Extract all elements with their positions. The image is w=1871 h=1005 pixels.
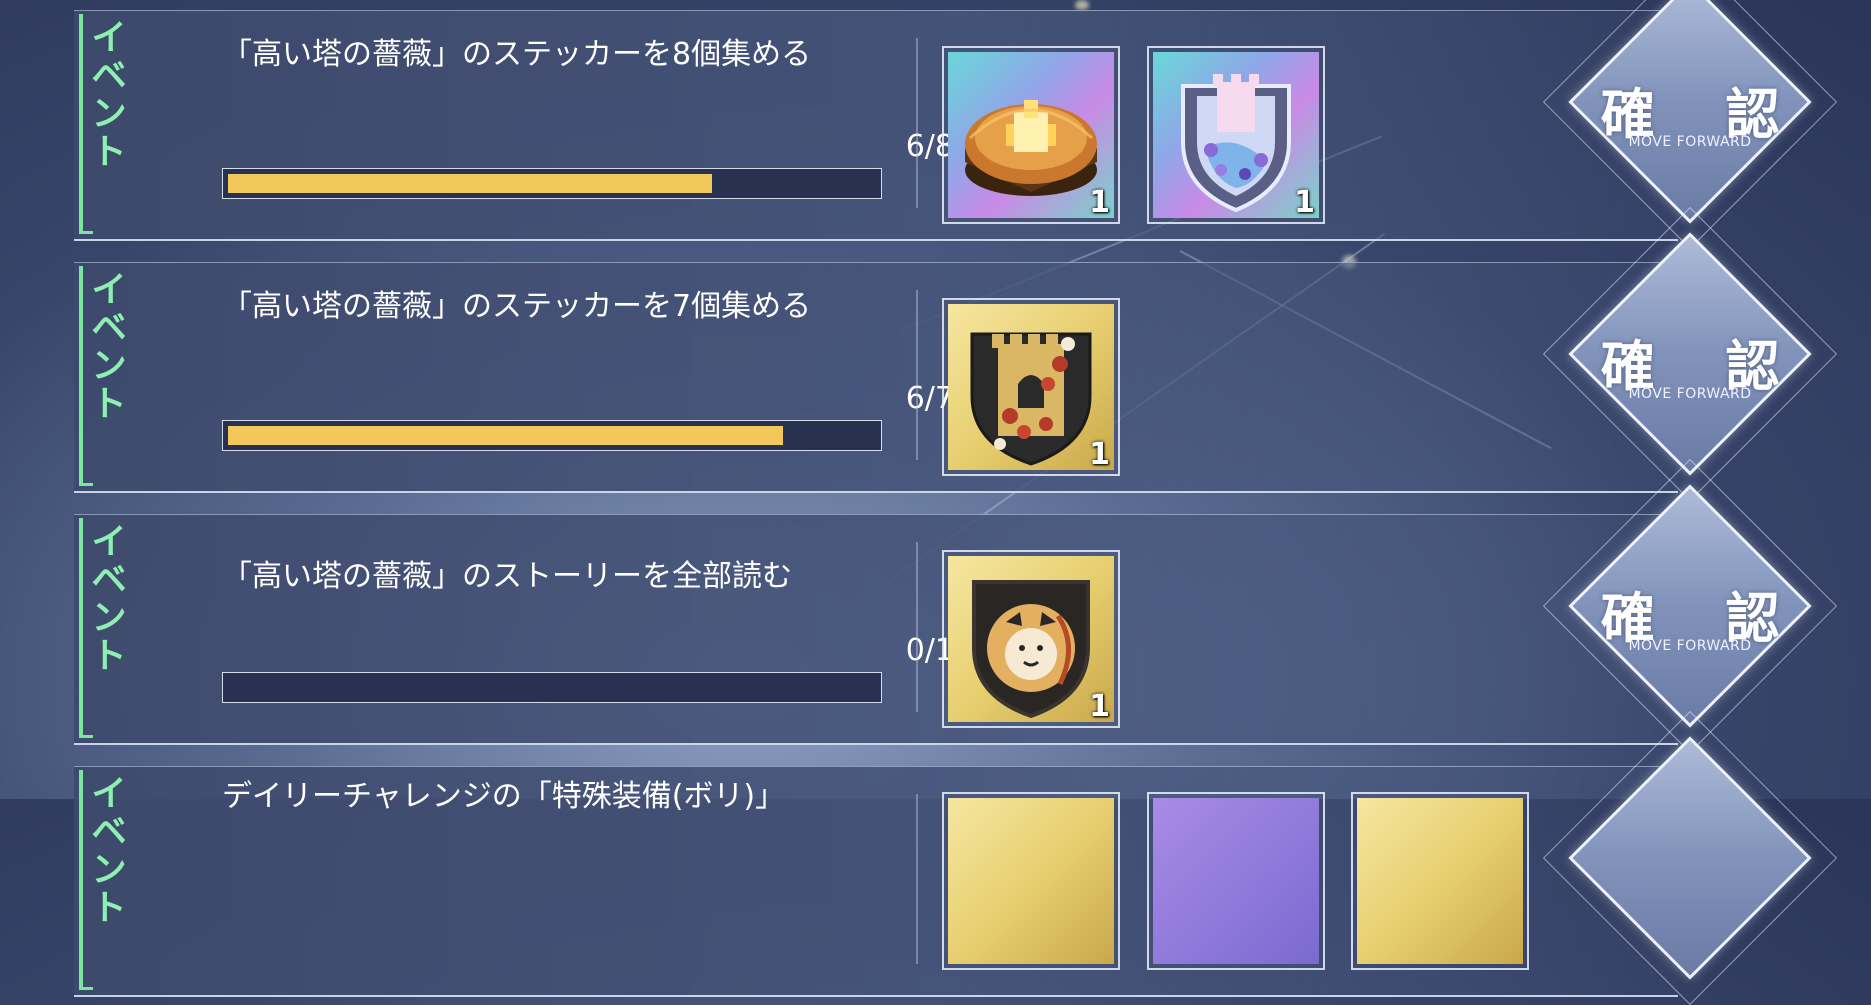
confirm-button-sublabel: MOVE FORWARD [1628,386,1752,402]
confirm-button-diamond [1568,736,1812,980]
mission-category-label: イベント [85,774,126,926]
confirm-button-sublabel: MOVE FORWARD [1628,134,1752,150]
reward-quantity: 1 [1089,689,1110,724]
mission-title: デイリーチャレンジの「特殊装備(ボリ)」 [222,779,786,814]
progress-count: 6/7 [905,381,954,416]
progress-count: 0/1 [905,633,954,668]
progress-bar [222,420,882,451]
mission-row: イベント 「高い塔の薔薇」のストーリーを全部読む 0/1 1 確 認 MOVE … [74,458,1838,754]
column-divider [916,38,918,208]
mission-category-label: イベント [85,522,126,674]
progress-bar-fill [228,174,712,193]
reward-item[interactable] [1351,792,1529,970]
confirm-button[interactable]: 確 認 MOVE FORWARD [1542,0,1838,250]
confirm-button[interactable] [1542,710,1838,1005]
confirm-button-sublabel: MOVE FORWARD [1628,638,1752,654]
mission-title: 「高い塔の薔薇」のステッカーを8個集める [222,37,812,72]
progress-bar [222,672,882,703]
column-divider [916,794,918,964]
mission-row: イベント 「高い塔の薔薇」のステッカーを8個集める 6/8 1 1 確 認 MO… [74,0,1838,250]
column-divider [916,542,918,712]
category-accent-bar [79,770,93,990]
reward-item[interactable]: 1 [1147,46,1325,224]
category-accent-bar [79,266,93,486]
progress-bar [222,168,882,199]
confirm-button[interactable]: 確 認 MOVE FORWARD [1542,206,1838,502]
reward-quantity: 1 [1089,437,1110,472]
mission-title: 「高い塔の薔薇」のストーリーを全部読む [222,559,792,594]
progress-count: 6/8 [905,129,954,164]
reward-frame [942,792,1120,970]
category-accent-bar [79,518,93,738]
reward-item[interactable]: 1 [942,550,1120,728]
confirm-button[interactable]: 確 認 MOVE FORWARD [1542,458,1838,754]
reward-item[interactable]: 1 [942,46,1120,224]
mission-row: イベント 「高い塔の薔薇」のステッカーを7個集める 6/7 1 確 認 MOVE… [74,206,1838,502]
reward-item[interactable]: 1 [942,298,1120,476]
column-divider [916,290,918,460]
progress-bar-fill [228,426,783,445]
background-light-flare [1075,0,1089,10]
reward-quantity: 1 [1294,185,1315,220]
reward-item[interactable] [942,792,1120,970]
mission-title: 「高い塔の薔薇」のステッカーを7個集める [222,289,812,324]
reward-item[interactable] [1147,792,1325,970]
mission-category-label: イベント [85,270,126,422]
reward-quantity: 1 [1089,185,1110,220]
category-accent-bar [79,14,93,234]
reward-frame [1147,792,1325,970]
mission-category-label: イベント [85,18,126,170]
mission-panel [74,514,1678,745]
mission-row: イベント デイリーチャレンジの「特殊装備(ボリ)」 [74,710,1838,1005]
reward-frame [1351,792,1529,970]
